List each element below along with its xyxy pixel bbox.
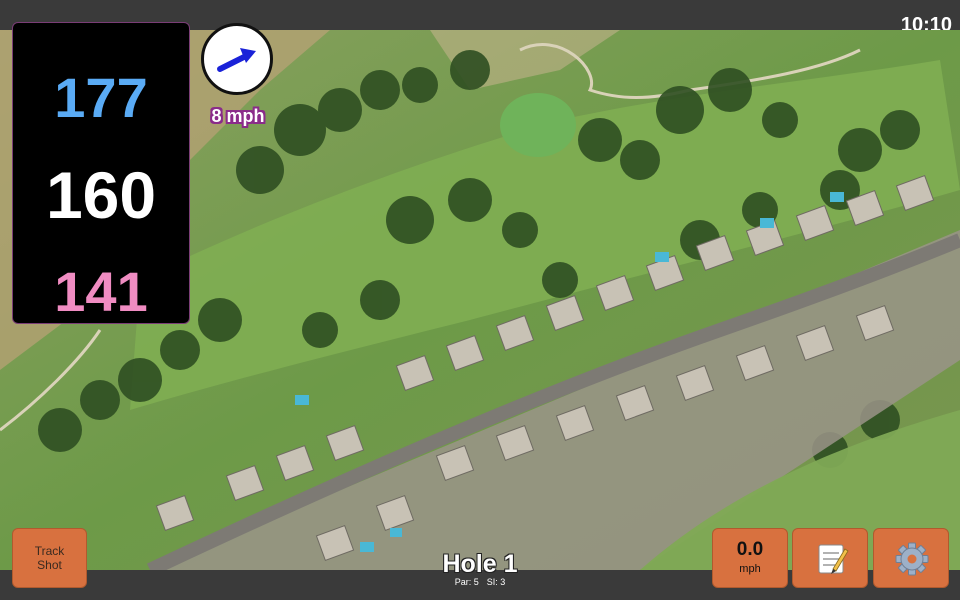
notepad-icon [818,544,849,574]
gear-icon [895,542,929,576]
hole-details: Par: 5 SI: 3 [380,577,580,587]
notes-button[interactable] [792,528,868,588]
track-shot-label-line1: Track [34,544,65,558]
distance-back: 177 [54,66,148,129]
distance-panel: 177 160 141 [12,22,190,324]
hole-par: Par: 5 [454,577,479,587]
speed-unit: mph [739,563,761,575]
settings-button[interactable] [873,528,949,588]
wind-speed-label: 8 mph [211,106,265,126]
hole-stroke-index: SI: 3 [486,577,506,587]
hole-title: Hole 1 [442,550,518,578]
track-shot-button[interactable]: Track Shot [12,528,87,588]
speed-value: 0.0 [736,539,764,560]
track-shot-label-line2: Shot [37,558,62,572]
distance-middle: 160 [45,158,157,232]
wind-indicator[interactable] [201,23,273,95]
wind-direction-arrow-icon [217,48,256,72]
distance-front: 141 [54,260,148,323]
speed-button[interactable]: 0.0 mph [712,528,788,588]
hole-info[interactable]: Hole 1 Par: 5 SI: 3 [380,550,580,587]
